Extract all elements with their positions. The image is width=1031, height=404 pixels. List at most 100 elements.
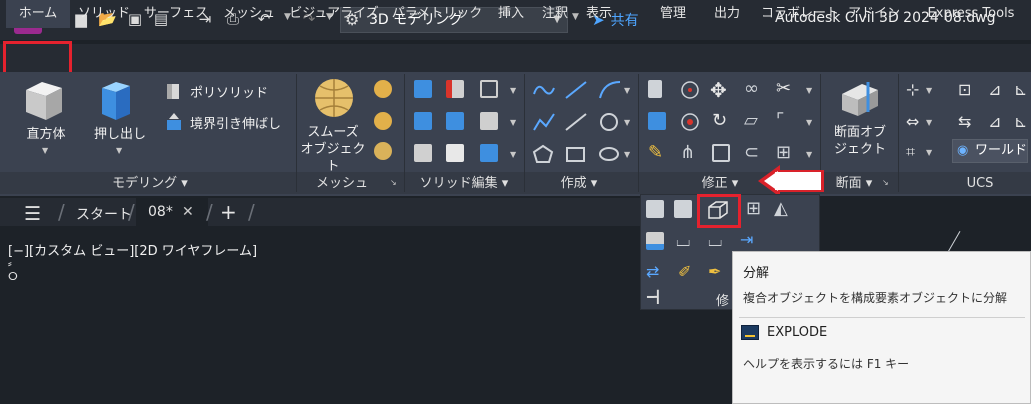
extrude-button[interactable]: 押し出し [88,126,152,143]
solid-edit-panel-title[interactable]: ソリッド編集 ▾ [404,174,524,194]
separate-caret-icon[interactable]: ▼ [510,150,516,159]
break-at-point-icon[interactable]: ⌴ [708,230,722,251]
mesh-panel-launcher-icon[interactable]: ↘ [390,178,397,187]
section-plane-button[interactable]: 断面オブ ジェクト [826,124,894,158]
box-caret-icon[interactable]: ▼ [42,146,48,155]
tab-express-tools[interactable]: Express Tools [918,0,1024,28]
ucs-object-icon[interactable]: ⊾ [1014,112,1027,131]
fillet-caret-icon[interactable]: ▼ [806,118,812,127]
ucs-origin-icon[interactable]: ⊿ [988,80,1001,99]
move-icon[interactable]: ✥ [710,78,727,102]
array-icon[interactable]: ⊞ [776,142,791,163]
tab-solid[interactable]: ソリッド [74,0,134,28]
trim-caret-icon[interactable]: ▼ [806,86,812,95]
arc-icon[interactable] [598,80,622,100]
rectangle-icon[interactable] [564,144,588,164]
3d-align-icon[interactable] [648,112,666,130]
fillet-icon[interactable]: ⌜ [776,110,784,131]
tab-collaborate[interactable]: コラボレート [760,0,840,28]
extract-edges-icon[interactable] [480,112,498,130]
tab-surface[interactable]: サーフェス [140,0,212,28]
interfere-icon[interactable] [414,144,432,162]
circle-icon[interactable] [598,112,622,132]
mesh-remove-icon[interactable] [374,112,392,130]
array-caret-icon[interactable]: ▼ [806,150,812,159]
copy-icon[interactable]: ∞ [744,78,759,99]
tab-visualize[interactable]: ビジュアライズ [286,0,382,28]
ucs-previous-icon[interactable]: ⇔ [906,112,919,131]
pin-panel-icon[interactable]: ━┫ [647,290,661,304]
polysolid-icon[interactable] [164,82,184,102]
ucs-3point-icon[interactable]: ⇆ [958,112,971,131]
polyline-icon[interactable] [532,80,556,100]
modify-panel-title[interactable]: 修正 ▾ [680,174,760,194]
ray-icon[interactable] [564,112,588,132]
tab-manage[interactable]: 管理 [654,0,692,28]
erase-icon[interactable]: ✎ [648,142,663,163]
ellipse-icon[interactable] [598,144,622,164]
3d-array-icon[interactable]: ⋔ [680,142,695,163]
mirror-line-icon[interactable]: ◭ [774,198,788,219]
draw-order-icon[interactable] [646,232,664,250]
change-space-icon[interactable] [674,200,692,218]
rotate-icon[interactable]: ↻ [712,110,727,131]
ucs-caret-icon[interactable]: ▼ [926,86,932,95]
draw-panel-title[interactable]: 作成 ▾ [524,174,634,194]
tab-mesh[interactable]: メッシュ [218,0,280,28]
mesh-refine-icon[interactable] [374,142,392,160]
tab-home[interactable]: ホーム [6,0,70,28]
3d-scale-icon[interactable] [680,112,700,132]
extract-caret-icon[interactable]: ▼ [510,118,516,127]
ucs-zaxis-icon[interactable]: ⊿ [988,112,1001,131]
tab-parametric[interactable]: パラメトリック [388,0,486,28]
separate-icon[interactable] [480,144,498,162]
polygon-icon[interactable] [532,144,556,164]
trim-icon[interactable]: ✂ [776,78,791,99]
break-icon[interactable]: ⌴ [676,230,690,251]
extrude-caret-icon[interactable]: ▼ [116,146,122,155]
arc-caret-icon[interactable]: ▼ [624,86,630,95]
file-tab-08[interactable]: 08* [148,204,173,220]
box-icon[interactable] [22,78,66,124]
box-button[interactable]: 直方体 [16,126,76,143]
line-icon[interactable] [564,80,588,100]
ucs-world-select[interactable]: ◉ ワールド [952,139,1028,163]
ucs-named-icon[interactable]: ⊡ [958,80,971,99]
start-tab[interactable]: スタート [76,204,132,224]
subtract-icon[interactable] [446,80,464,98]
presspull-button[interactable]: 境界引き伸ばし [190,113,281,132]
mirror-icon[interactable] [648,80,662,98]
edit-polyline-icon[interactable] [646,200,664,218]
ucs-icon[interactable]: ⊹ [906,80,919,99]
section-panel-launcher-icon[interactable]: ↘ [882,178,889,187]
union-icon[interactable] [414,80,432,98]
mesh-add-icon[interactable] [374,80,392,98]
smooth-object-icon[interactable] [312,76,356,120]
edit-solid-icon[interactable] [480,80,498,98]
mesh-panel-title[interactable]: メッシュ [310,174,374,194]
circle-caret-icon[interactable]: ▼ [624,118,630,127]
close-tab-icon[interactable]: ✕ [182,204,194,220]
intersect-icon[interactable] [414,112,432,130]
viewport-controls[interactable]: [−][カスタム ビュー][2D ワイヤフレーム] [8,240,257,259]
new-tab-icon[interactable]: + [220,200,237,224]
section-plane-icon[interactable] [838,80,882,120]
blend-curves-icon[interactable]: ✐ [678,262,691,281]
scale-icon[interactable]: ▱ [744,110,758,131]
set-to-bylayer-icon[interactable]: ✒ [708,262,721,281]
ucs-previous-caret-icon[interactable]: ▼ [926,118,932,127]
tab-addins[interactable]: アドイン [848,0,900,28]
ellipse-caret-icon[interactable]: ▼ [624,150,630,159]
offset-icon[interactable]: ⊂ [744,142,759,163]
extrude-icon[interactable] [96,78,136,124]
ucs-view-icon[interactable]: ⊾ [1014,80,1027,99]
tab-insert[interactable]: 挿入 [492,0,530,28]
modeling-panel-title[interactable]: モデリング ▾ [90,174,210,194]
section-panel-title[interactable]: 断面 ▾ [824,174,884,194]
3d-rotate-icon[interactable] [680,80,700,100]
hamburger-menu-icon[interactable]: ☰ [24,203,46,225]
thicken-icon[interactable] [446,144,464,162]
ucs-world-caret-icon[interactable]: ▼ [926,148,932,157]
smooth-object-button[interactable]: スムーズ オブジェクト [296,124,370,175]
tab-annotate[interactable]: 注釈 [536,0,574,28]
